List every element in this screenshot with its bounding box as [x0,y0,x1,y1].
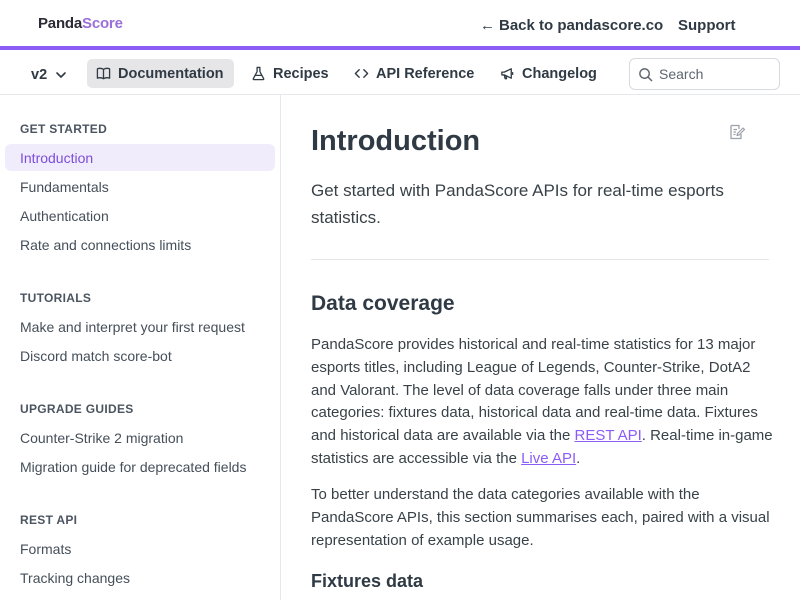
sidebar-item-introduction[interactable]: Introduction [5,144,275,171]
section-heading-data-coverage: Data coverage [311,292,455,315]
edit-page-icon[interactable] [728,123,746,141]
tab-api-reference-label: API Reference [376,65,475,82]
chevron-down-icon [56,72,66,78]
sidebar-section-get-started: GET STARTED [20,122,108,136]
tab-api-reference[interactable]: API Reference [345,59,483,88]
book-icon [96,67,111,80]
logo-score-text: Score [82,15,123,32]
para1-text-c: . [576,449,581,467]
version-selector[interactable]: v2 [31,67,67,83]
version-label: v2 [31,67,48,83]
top-header: PandaScore ← Back to pandascore.co Suppo… [0,0,800,50]
arrow-left-icon: ← [480,17,495,34]
logo-panda-text: Panda [38,15,83,32]
sidebar: GET STARTED Introduction Fundamentals Au… [0,95,281,600]
megaphone-icon [501,68,514,80]
sidebar-item-cs2-migration[interactable]: Counter-Strike 2 migration [5,424,275,451]
search-box[interactable] [629,58,780,90]
data-categories-paragraph: To better understand the data categories… [311,486,770,549]
sidebar-item-tracking-changes[interactable]: Tracking changes [5,564,275,591]
code-icon [354,69,369,78]
sidebar-item-fundamentals[interactable]: Fundamentals [5,173,275,200]
tab-documentation-label: Documentation [118,65,224,82]
sidebar-section-tutorials: TUTORIALS [20,291,92,305]
main-content: Introduction Get started with PandaScore… [281,95,800,600]
sidebar-item-formats[interactable]: Formats [5,535,275,562]
page-subtitle: Get started with PandaScore APIs for rea… [311,181,724,227]
back-link-label: Back to pandascore.co [499,17,664,34]
search-icon [639,67,653,81]
flask-icon [252,66,265,81]
back-to-site-link[interactable]: ← Back to pandascore.co [480,17,663,34]
support-link[interactable]: Support [678,17,736,34]
sidebar-item-discord-bot[interactable]: Discord match score-bot [5,342,275,369]
sidebar-item-first-request[interactable]: Make and interpret your first request [5,313,275,340]
sidebar-item-deprecated-fields[interactable]: Migration guide for deprecated fields [5,453,275,480]
subheading-fixtures-data: Fixtures data [311,571,424,591]
sidebar-item-rate-limits[interactable]: Rate and connections limits [5,231,275,258]
sidebar-section-rest-api: REST API [20,513,78,527]
sidebar-item-authentication[interactable]: Authentication [5,202,275,229]
tab-recipes[interactable]: Recipes [242,59,338,88]
pandascore-logo[interactable]: PandaScore [38,15,123,32]
tab-documentation[interactable]: Documentation [87,59,234,88]
page-title: Introduction [311,125,481,157]
tab-changelog-label: Changelog [522,65,597,82]
tab-changelog[interactable]: Changelog [491,59,606,88]
search-input[interactable] [659,66,769,82]
secondary-nav: v2 Documentation Recipes API Reference C… [0,54,800,95]
tab-recipes-label: Recipes [273,65,329,82]
title-divider [311,259,769,260]
live-api-link[interactable]: Live API [521,450,576,467]
sidebar-section-upgrade-guides: UPGRADE GUIDES [20,402,134,416]
rest-api-link[interactable]: REST API [575,427,642,444]
data-coverage-paragraph: PandaScore provides historical and real-… [311,334,773,471]
